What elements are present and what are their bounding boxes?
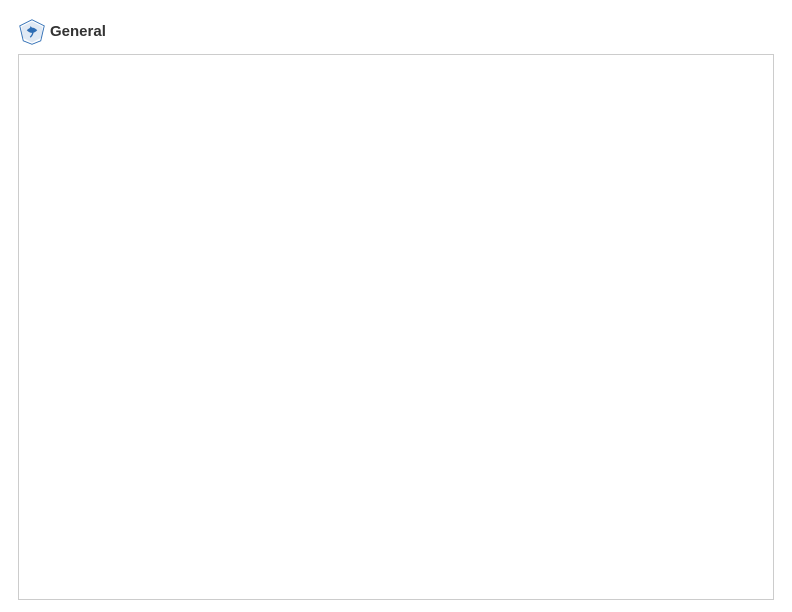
logo: General xyxy=(18,18,106,46)
calendar-body xyxy=(19,55,773,599)
logo-line1: General xyxy=(50,24,106,41)
page: General xyxy=(0,0,792,612)
logo-icon xyxy=(18,18,46,46)
calendar xyxy=(18,54,774,600)
header: General xyxy=(18,18,774,46)
